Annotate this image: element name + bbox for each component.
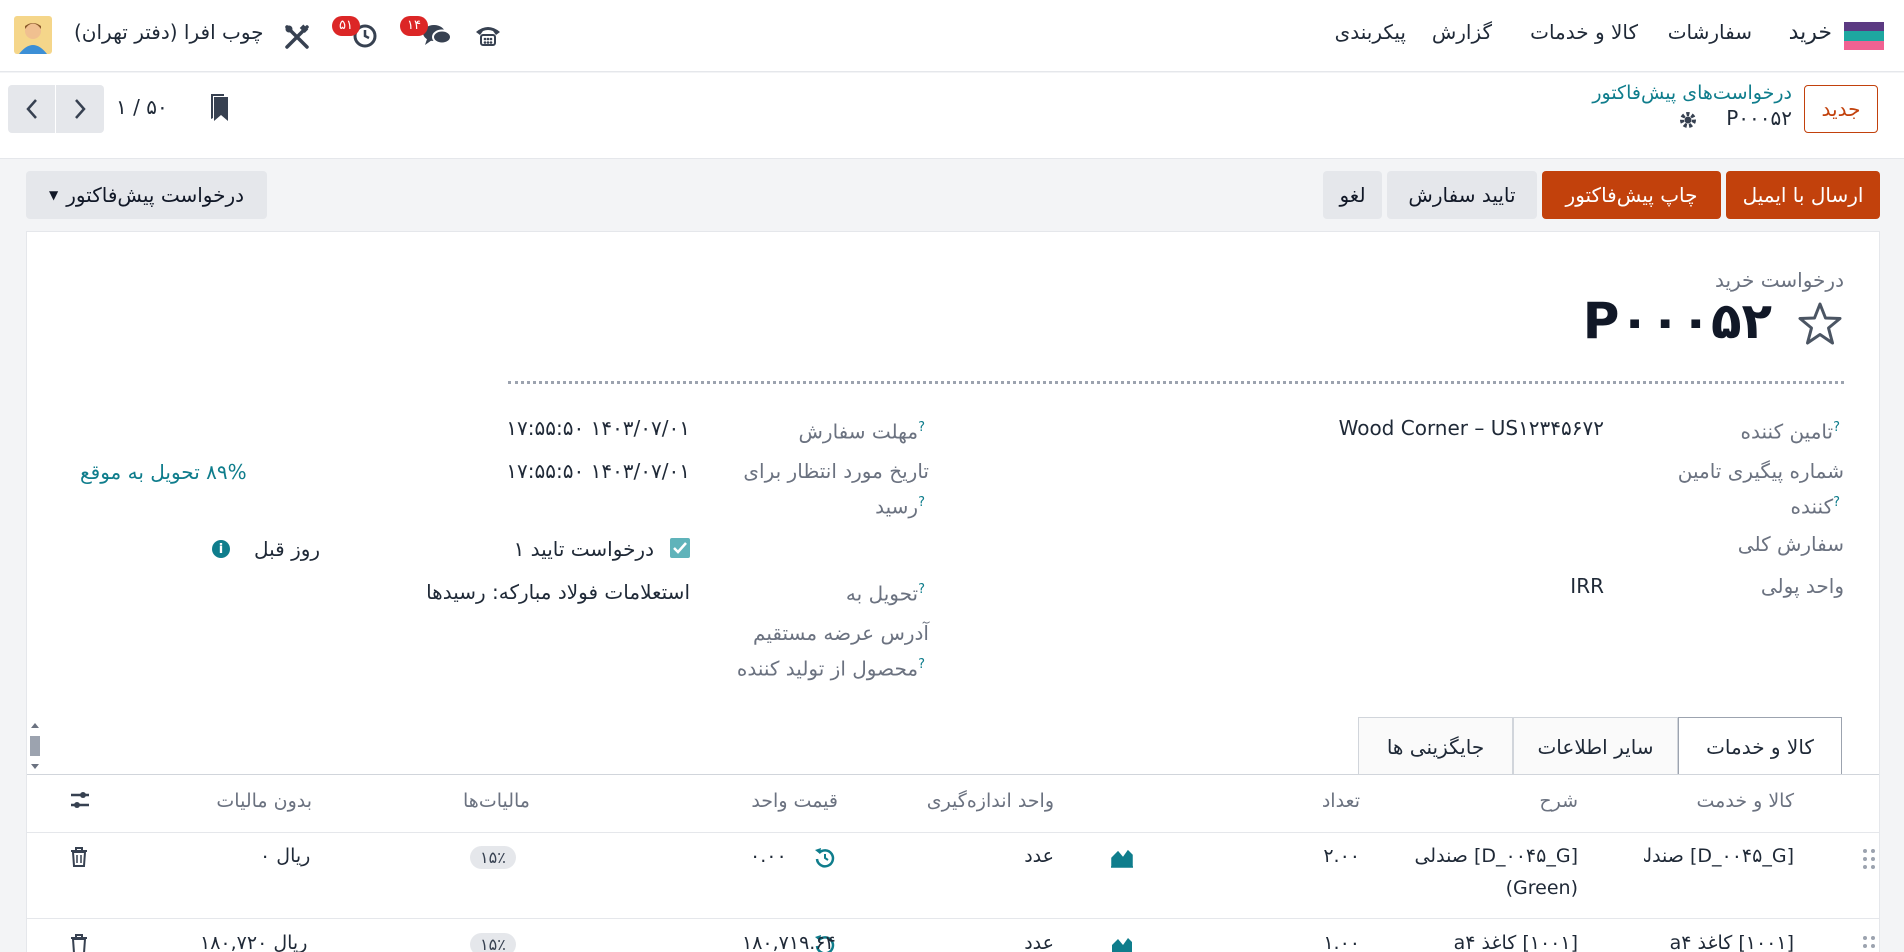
col-header-product[interactable]: کالا و خدمت [1697, 790, 1794, 812]
forecast-chart-icon[interactable] [1110, 848, 1134, 868]
app-name[interactable]: خرید [1789, 20, 1832, 45]
col-header-subtotal[interactable]: بدون مالیات [216, 790, 312, 812]
top-navbar: خرید سفارشات کالا و خدمات گزارش پیکربندی… [0, 0, 1904, 72]
price-reset-icon[interactable] [814, 847, 836, 869]
forecast-chart-icon[interactable] [1110, 935, 1134, 952]
cell-uom[interactable]: عدد [1024, 845, 1054, 867]
star-icon[interactable] [1796, 300, 1844, 348]
status-label: درخواست پیش‌فاکتور [66, 183, 245, 207]
expected-arrival-label: تاریخ مورد انتظار برای ?رسید [743, 459, 929, 519]
menu-configuration[interactable]: پیکربندی [1335, 20, 1406, 44]
deliver-to-label: ?تحویل به [845, 581, 925, 606]
cell-description[interactable]: [۱۰۰۱] کاغذ a۴ [1454, 932, 1578, 952]
menu-orders[interactable]: سفارشات [1668, 20, 1752, 44]
ask-confirmation-checkbox[interactable] [670, 538, 690, 558]
cell-description[interactable]: [D_۰۰۴۵_G] صندلی [1414, 845, 1578, 867]
send-by-email-button[interactable]: ارسال با ایمیل [1726, 171, 1880, 219]
menu-reporting[interactable]: گزارش [1432, 20, 1492, 44]
deliver-to-field[interactable]: استعلامات فولاد مبارکه: رسیدها [426, 576, 690, 608]
cell-subtotal: ریال ۱۸۰,۷۲۰ [200, 932, 308, 952]
on-time-delivery-link[interactable]: ۸۹% تحویل به موقع [80, 460, 247, 484]
purchase-app-icon[interactable] [1844, 22, 1884, 50]
row-divider [27, 918, 1879, 919]
col-header-unit-price[interactable]: قیمت واحد [751, 790, 838, 812]
expected-arrival-field[interactable]: ۱۴۰۳/۰۷/۰۱ ۱۷:۵۵:۵۰ [506, 455, 690, 487]
print-rfq-button[interactable]: چاپ پیش‌فاکتور [1542, 171, 1721, 219]
delete-row-icon[interactable] [70, 847, 88, 867]
tab-other-info[interactable]: سایر اطلاعات [1513, 717, 1678, 775]
company-switcher[interactable]: چوب افرا (دفتر تهران) [74, 20, 264, 44]
tax-badge[interactable]: ۱۵٪ [470, 933, 516, 952]
vendor-field[interactable]: Wood Corner – US۱۲۳۴۵۶۷۲ [1339, 412, 1604, 444]
cell-quantity[interactable]: ۲.۰۰ [1323, 845, 1360, 867]
header-divider [27, 832, 1879, 833]
caret-down-icon: ▼ [48, 188, 59, 202]
dropship-address-label: آدرس عرضه مستقیم ?محصول از تولید کننده [736, 621, 929, 681]
menu-products[interactable]: کالا و خدمات [1530, 20, 1638, 44]
debug-tools-icon[interactable] [284, 24, 310, 50]
optional-columns-icon[interactable] [68, 788, 92, 812]
activities-badge: ۵۱ [332, 16, 360, 36]
vendor-reference-label: شماره پیگیری تامین ?کننده [1677, 459, 1844, 519]
title-divider [508, 381, 1844, 384]
control-panel: جدید درخواست‌های پیش‌فاکتور P۰۰۰۵۲ ۱ / ۵… [0, 73, 1904, 159]
col-header-uom[interactable]: واحد اندازه‌گیری [927, 790, 1054, 812]
record-title[interactable]: P۰۰۰۵۲ [1583, 292, 1772, 350]
col-header-taxes[interactable]: مالیات‌ها [463, 790, 530, 812]
drag-handle-icon[interactable] [1862, 848, 1876, 870]
cell-subtotal: ریال ۰ [260, 845, 311, 867]
bookmark-icon[interactable] [208, 93, 232, 123]
scrollbar[interactable] [27, 720, 43, 772]
order-deadline-field[interactable]: ۱۴۰۳/۰۷/۰۱ ۱۷:۵۵:۵۰ [506, 412, 690, 444]
phone-icon[interactable] [474, 22, 502, 48]
days-before-label: روز قبل [254, 537, 321, 561]
cell-unit-price[interactable]: ۱۸۰,۷۱۹.۶۴ [742, 932, 836, 952]
tab-products[interactable]: کالا و خدمات [1678, 717, 1842, 775]
avatar[interactable] [14, 16, 52, 54]
pager-previous-button[interactable] [8, 85, 55, 133]
cell-product[interactable]: [۱۰۰۱] کاغذ a۴ [1670, 932, 1794, 952]
tabs-divider [27, 774, 1879, 775]
gear-icon[interactable] [1678, 110, 1698, 130]
cell-uom[interactable]: عدد [1024, 932, 1054, 952]
info-icon[interactable]: i [212, 540, 230, 558]
ask-confirmation-label: درخواست تایید ۱ [513, 537, 654, 561]
messages-badge: ۱۴ [400, 16, 428, 36]
order-deadline-label: ?مهلت سفارش [798, 419, 926, 444]
cell-product[interactable]: [D_۰۰۴۵_G] صندلی (... [1644, 845, 1794, 867]
pager-next-button[interactable] [56, 85, 104, 133]
col-header-description[interactable]: شرح [1539, 790, 1578, 812]
blanket-order-label: سفارش کلی [1737, 532, 1844, 556]
cell-quantity[interactable]: ۱.۰۰ [1323, 932, 1360, 952]
cancel-button[interactable]: لغو [1323, 171, 1382, 219]
drag-handle-icon[interactable] [1862, 935, 1876, 952]
breadcrumb-record: P۰۰۰۵۲ [1726, 106, 1792, 130]
cell-unit-price[interactable]: ۰.۰۰ [750, 845, 787, 867]
tax-badge[interactable]: ۱۵٪ [470, 846, 516, 869]
cell-description-line2[interactable]: (Green) [1506, 877, 1578, 899]
new-button[interactable]: جدید [1804, 85, 1878, 133]
tab-alternatives[interactable]: جایگزینی ها [1358, 717, 1513, 775]
pager-value[interactable]: ۱ / ۵۰ [116, 95, 168, 119]
confirm-order-button[interactable]: تایید سفارش [1387, 171, 1537, 219]
document-type: درخواست خرید [1714, 268, 1844, 292]
delete-row-icon[interactable] [70, 934, 88, 952]
currency-field[interactable]: IRR [1570, 570, 1604, 602]
col-header-quantity[interactable]: تعداد [1322, 790, 1360, 812]
currency-label: واحد پولی [1760, 574, 1844, 598]
status-dropdown[interactable]: درخواست پیش‌فاکتور ▼ [26, 171, 267, 219]
vendor-label: ?تامین کننده [1740, 419, 1840, 444]
breadcrumb-rfq[interactable]: درخواست‌های پیش‌فاکتور [1592, 82, 1792, 104]
